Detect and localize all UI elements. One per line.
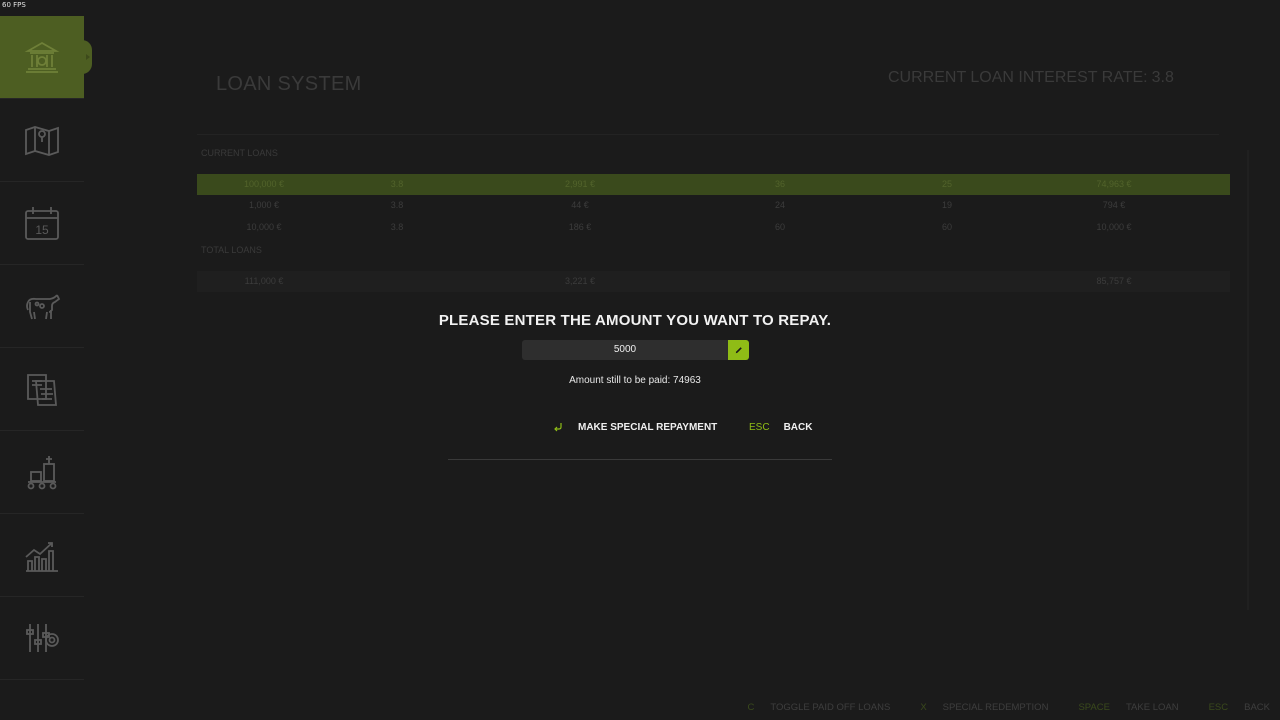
loan-duration: 36: [774, 179, 786, 189]
hint-label: SPECIAL REDEMPTION: [942, 701, 1049, 713]
table-row[interactable]: 1,000 € 3.8 44 € 24 19 794 €: [197, 195, 1230, 216]
hint-key: C: [747, 701, 755, 713]
divider: [197, 134, 1219, 135]
fps-counter: 60 FPS: [2, 1, 26, 9]
loan-remaining-periods: 25: [941, 179, 953, 189]
interest-rate-label: CURRENT LOAN INTEREST RATE:: [888, 69, 1148, 86]
hint-key: X: [920, 701, 927, 713]
loan-duration: 24: [774, 200, 786, 210]
interest-rate-value: 3.8: [1151, 69, 1174, 86]
loan-remaining-periods: 19: [941, 200, 953, 210]
loan-remaining-amount: 74,963 €: [1096, 179, 1132, 189]
interest-rate: CURRENT LOAN INTEREST RATE: 3.8: [888, 69, 1174, 87]
page-title: LOAN SYSTEM: [216, 73, 362, 95]
hint-back[interactable]: ESC BACK: [1209, 702, 1270, 713]
pencil-icon: [735, 347, 742, 354]
back-key-hint: ESC: [749, 421, 770, 433]
loan-amount: 10,000 €: [246, 222, 282, 232]
remaining-amount-text: Amount still to be paid: 74963: [569, 375, 701, 386]
totals-row: 111,000 € 3,221 € 85,757 €: [197, 271, 1230, 292]
hint-label: TAKE LOAN: [1125, 701, 1179, 713]
loan-duration: 60: [774, 222, 786, 232]
make-special-repayment-button[interactable]: MAKE SPECIAL REPAYMENT: [552, 419, 717, 435]
hint-label: TOGGLE PAID OFF LOANS: [770, 701, 891, 713]
total-loans-label: TOTAL LOANS: [201, 245, 262, 255]
loan-installment: 44 €: [571, 200, 589, 210]
edit-amount-button[interactable]: [728, 340, 749, 360]
loan-remaining-periods: 60: [941, 222, 953, 232]
total-remaining: 85,757 €: [1096, 276, 1132, 286]
current-loans-label: CURRENT LOANS: [201, 148, 278, 158]
hint-label: BACK: [1244, 701, 1270, 713]
loan-rate: 3.8: [390, 200, 404, 210]
loan-installment: 186 €: [568, 222, 592, 232]
repay-amount-input[interactable]: [522, 340, 728, 360]
loan-system-page: LOAN SYSTEM CURRENT LOAN INTEREST RATE: 3…: [0, 0, 1280, 720]
loan-amount: 100,000 €: [243, 179, 285, 189]
hint-toggle-paid-off[interactable]: C TOGGLE PAID OFF LOANS: [747, 702, 890, 713]
hint-special-redemption[interactable]: X SPECIAL REDEMPTION: [920, 702, 1048, 713]
hint-take-loan[interactable]: SPACE TAKE LOAN: [1078, 702, 1178, 713]
back-button[interactable]: ESC BACK: [749, 419, 812, 435]
hint-key: SPACE: [1078, 701, 1110, 713]
loan-rate: 3.8: [390, 179, 404, 189]
loan-rate: 3.8: [390, 222, 404, 232]
loan-remaining-amount: 10,000 €: [1096, 222, 1132, 232]
loan-remaining-amount: 794 €: [1102, 200, 1126, 210]
total-amount: 111,000 €: [244, 276, 284, 286]
loan-amount: 1,000 €: [248, 200, 280, 210]
hint-key: ESC: [1208, 701, 1229, 713]
dialog-title: PLEASE ENTER THE AMOUNT YOU WANT TO REPA…: [438, 312, 832, 329]
table-row[interactable]: 10,000 € 3.8 186 € 60 60 10,000 €: [197, 217, 1230, 238]
total-installment: 3,221 €: [564, 276, 596, 286]
back-button-label: BACK: [783, 421, 813, 433]
repay-button-label: MAKE SPECIAL REPAYMENT: [578, 421, 718, 433]
table-row[interactable]: 100,000 € 3.8 2,991 € 36 25 74,963 €: [197, 174, 1230, 195]
enter-key-icon: [552, 421, 564, 433]
footer-hints: C TOGGLE PAID OFF LOANS X SPECIAL REDEMP…: [717, 701, 1270, 713]
dialog-divider: [448, 459, 832, 460]
loan-installment: 2,991 €: [564, 179, 596, 189]
